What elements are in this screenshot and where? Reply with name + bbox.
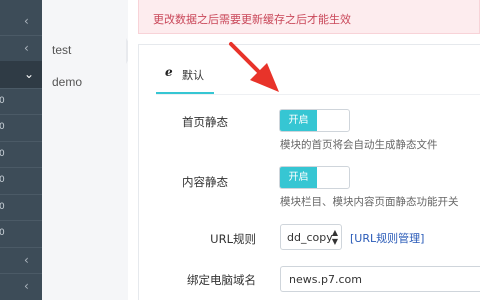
annotation-arrow-icon [229, 42, 279, 92]
